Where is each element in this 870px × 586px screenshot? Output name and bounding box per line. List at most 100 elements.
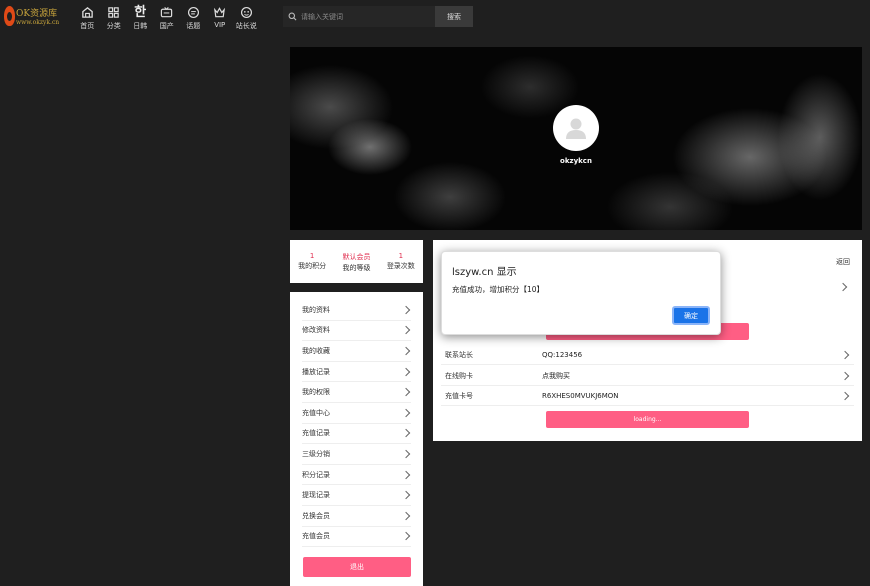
menu-item-recharge-center[interactable]: 充值中心 <box>302 403 411 424</box>
nav-item-korea-japan[interactable]: 한 日韩 <box>127 6 154 31</box>
grid-icon <box>108 7 119 18</box>
row-key: 在线购卡 <box>445 371 473 380</box>
search-input[interactable] <box>301 6 435 27</box>
row-value[interactable]: 点我购买 <box>542 371 842 381</box>
chevron-right-icon <box>840 371 850 380</box>
flame-icon <box>4 6 15 26</box>
top-nav: 首页 分类 한 日韩 国产 话题 VIP 站长说 <box>74 6 260 31</box>
menu-item-label: 充值记录 <box>302 429 330 438</box>
row-card-number[interactable]: 充值卡号 R6XHES0MVUKJ6MON <box>441 386 854 406</box>
stat-value: 默认会员 <box>342 253 371 261</box>
chevron-right-icon <box>840 391 850 400</box>
chevron-right-icon <box>401 532 411 541</box>
chevron-right-icon <box>401 408 411 418</box>
menu-item-label: 充值中心 <box>302 408 330 417</box>
account-menu: 我的资料 修改资料 我的收藏 播放记录 我的权限 充值中心 充值记录 三级分销 … <box>290 292 423 586</box>
logo-title: OK资源库 <box>16 9 58 19</box>
avatar[interactable] <box>553 105 599 151</box>
menu-item-withdraw-history[interactable]: 提现记录 <box>302 485 411 506</box>
nav-label: 首页 <box>80 22 95 30</box>
nav-item-domestic[interactable]: 国产 <box>154 6 181 31</box>
menu-item-label: 积分记录 <box>302 470 330 479</box>
menu-item-points-history[interactable]: 积分记录 <box>302 465 411 486</box>
chevron-right-icon <box>401 511 411 520</box>
nav-label: 站长说 <box>235 22 257 30</box>
chevron-right-icon <box>401 387 411 397</box>
menu-item-label: 修改资料 <box>302 326 330 335</box>
stat-login-count[interactable]: 1 登录次数 <box>387 252 415 283</box>
chevron-right-icon <box>401 346 411 356</box>
chevron-right-icon <box>401 490 411 500</box>
nav-item-topics[interactable]: 话题 <box>180 6 207 31</box>
menu-item-favorites[interactable]: 我的收藏 <box>302 341 411 362</box>
menu-item-distribution[interactable]: 三级分销 <box>302 444 411 465</box>
dialog-title: lszyw.cn 显示 <box>452 267 517 278</box>
nav-item-home[interactable]: 首页 <box>74 6 101 31</box>
chevron-right-icon <box>401 429 411 438</box>
chevron-right-icon <box>401 305 411 315</box>
crown-icon <box>214 7 226 18</box>
nav-item-owner-says[interactable]: 站长说 <box>233 6 260 31</box>
user-stats: 1 我的积分 默认会员 我的等级 1 登录次数 <box>290 240 423 283</box>
menu-item-label: 兑换会员 <box>302 511 330 520</box>
search-bar: 搜索 <box>283 6 473 27</box>
alert-dialog: lszyw.cn 显示 充值成功，增加积分【10】 确定 <box>441 251 721 335</box>
menu-item-label: 我的资料 <box>302 305 330 314</box>
site-logo[interactable]: OK资源库 www.okzyk.cn <box>4 5 59 31</box>
user-icon <box>566 118 586 139</box>
row-value: QQ:123456 <box>542 350 583 359</box>
chevron-right-icon <box>401 367 411 376</box>
row-contact-owner[interactable]: 联系站长 QQ:123456 <box>441 345 854 365</box>
menu-item-recharge-history[interactable]: 充值记录 <box>302 424 411 445</box>
menu-item-label: 我的收藏 <box>302 346 330 355</box>
stat-label: 我的等级 <box>342 264 371 272</box>
nav-item-vip[interactable]: VIP <box>207 6 234 31</box>
chat-icon <box>187 6 199 19</box>
tv-icon <box>161 7 173 18</box>
chevron-right-icon <box>840 350 850 359</box>
home-icon <box>81 7 93 18</box>
chevron-right-icon[interactable] <box>838 282 848 292</box>
nav-label: 分类 <box>106 22 121 30</box>
nav-label: 日韩 <box>133 22 148 30</box>
nav-label: VIP <box>214 21 226 29</box>
nav-label: 国产 <box>159 22 174 30</box>
menu-item-my-profile[interactable]: 我的资料 <box>302 300 411 321</box>
menu-item-label: 充值会员 <box>302 532 330 541</box>
dialog-message: 充值成功，增加积分【10】 <box>452 285 545 294</box>
menu-item-label: 我的权限 <box>302 388 330 397</box>
stat-label: 登录次数 <box>386 262 415 270</box>
stat-value: 1 <box>398 252 404 260</box>
loading-button[interactable]: loading... <box>546 411 749 428</box>
chevron-right-icon <box>401 326 411 335</box>
dialog-ok-button[interactable]: 确定 <box>672 306 710 325</box>
menu-item-play-history[interactable]: 播放记录 <box>302 362 411 383</box>
chevron-right-icon <box>401 449 411 459</box>
card-number-value[interactable]: R6XHES0MVUKJ6MON <box>542 392 842 400</box>
row-buy-card[interactable]: 在线购卡 点我购买 <box>441 366 854 386</box>
row-key: 充值卡号 <box>445 391 473 400</box>
row-key: 联系站长 <box>445 350 473 359</box>
logout-button[interactable]: 退出 <box>303 557 411 577</box>
face-icon <box>240 6 252 19</box>
profile-banner: okzykcn <box>290 47 862 230</box>
nav-item-category[interactable]: 分类 <box>101 6 128 31</box>
logo-url: www.okzyk.cn <box>16 19 60 26</box>
stat-points[interactable]: 1 我的积分 <box>298 252 326 283</box>
search-button[interactable]: 搜索 <box>435 6 473 27</box>
stat-value: 1 <box>309 252 315 260</box>
menu-item-permissions[interactable]: 我的权限 <box>302 382 411 403</box>
hangul-icon: 한 <box>134 5 147 20</box>
menu-item-label: 三级分销 <box>302 449 330 458</box>
menu-item-recharge-membership[interactable]: 充值会员 <box>302 527 411 548</box>
menu-item-label: 提现记录 <box>302 491 330 500</box>
username: okzykcn <box>560 157 592 165</box>
search-icon <box>283 6 301 27</box>
stat-level[interactable]: 默认会员 我的等级 <box>342 252 370 283</box>
stat-label: 我的积分 <box>298 262 327 270</box>
menu-item-edit-profile[interactable]: 修改资料 <box>302 321 411 342</box>
nav-label: 话题 <box>186 22 201 30</box>
menu-item-redeem-membership[interactable]: 兑换会员 <box>302 506 411 527</box>
chevron-right-icon <box>401 470 411 479</box>
back-link[interactable]: 返回 <box>836 257 850 267</box>
